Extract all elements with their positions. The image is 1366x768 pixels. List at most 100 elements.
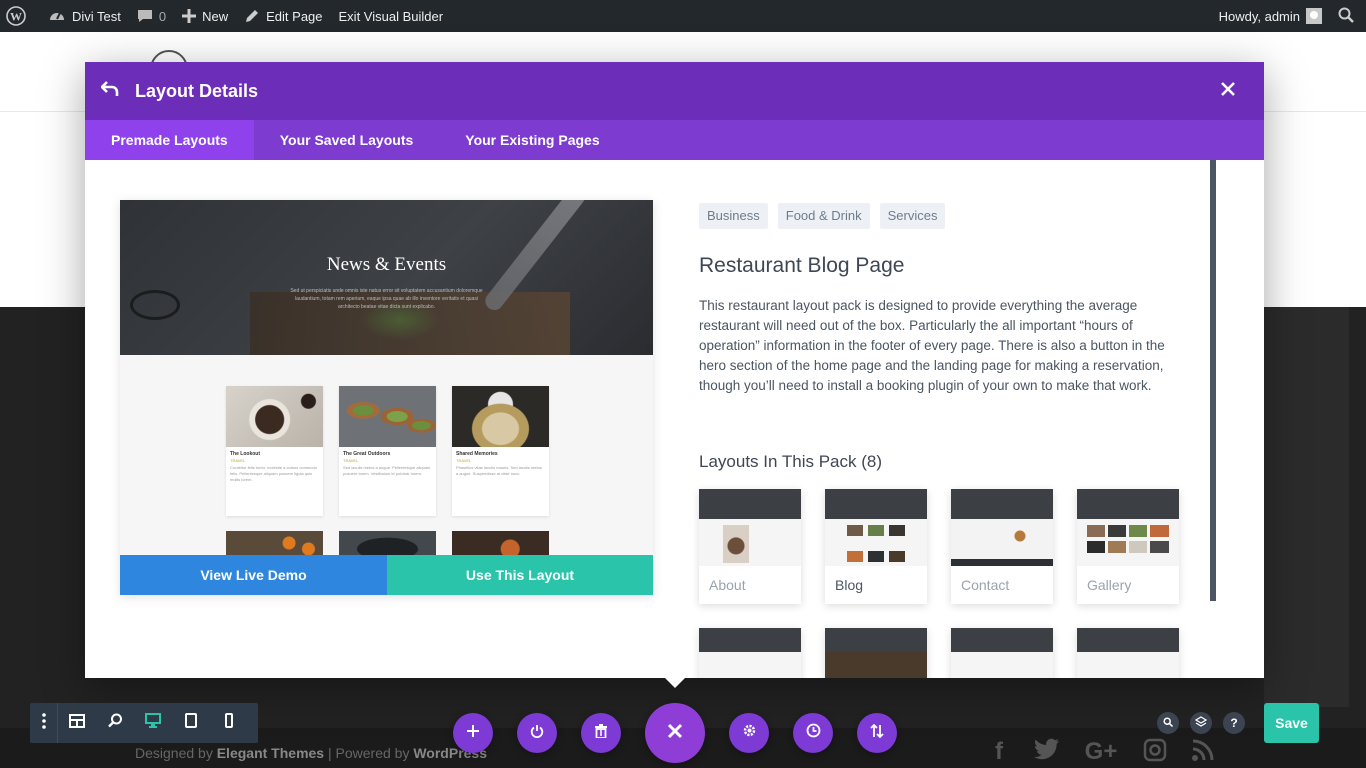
zoom-view-button[interactable] [96,703,134,743]
search-icon [1163,716,1174,730]
search-icon [1338,7,1354,26]
modal-header: Layout Details [85,62,1264,120]
exit-visual-builder-link[interactable]: Exit Visual Builder [331,0,452,32]
exit-visual-builder-label: Exit Visual Builder [338,8,444,24]
sort-button[interactable] [857,713,897,753]
footer-credits: Designed by Elegant Themes | Powered by … [135,745,487,761]
preview-card: The Lookout TRAVEL Curabitur felis torto… [226,386,323,516]
wordpress-icon: W [6,6,26,26]
layout-thumb-about[interactable]: About [699,489,801,604]
greeting-label: Howdy, admin [1218,8,1300,24]
contact-thumbnail [951,489,1053,566]
gear-icon [742,723,757,743]
elegant-themes-link[interactable]: Elegant Themes [217,745,324,761]
layout-thumb-8[interactable] [1077,628,1179,678]
card-title: The Great Outdoors [343,451,391,457]
layout-thumb-6[interactable] [825,628,927,678]
layout-thumb-contact[interactable]: Contact [951,489,1053,604]
comments-count: 0 [158,8,167,24]
find-modules-button[interactable] [1157,712,1179,734]
wireframe-icon [69,713,85,733]
card-title: The Lookout [230,451,260,457]
powered-by-text: | Powered by [327,745,410,761]
tab-premade-layouts[interactable]: Premade Layouts [85,120,254,160]
pack-layouts-row-2 [699,628,1179,678]
close-settings-button[interactable] [645,703,705,763]
social-icons: f G+ [985,738,1217,768]
site-name-link[interactable]: Divi Test [40,0,129,32]
help-button[interactable]: ? [1223,712,1245,734]
history-button[interactable] [793,713,833,753]
layout-details-modal: Layout Details Premade Layouts Your Save… [85,62,1264,678]
wp-admin-bar: W Divi Test 0 New Edit Page Exit Visual … [0,0,1366,32]
modal-pointer [663,676,687,688]
view-mode-toolbar [30,703,258,743]
add-section-button[interactable] [453,713,493,753]
more-options-button[interactable] [30,703,58,743]
comment-icon [137,8,153,24]
portability-button[interactable] [517,713,557,753]
use-this-layout-button[interactable]: Use This Layout [387,555,653,595]
tablet-view-button[interactable] [172,703,210,743]
layout-thumb-label: Contact [961,577,1010,593]
twitter-icon[interactable] [1033,738,1061,768]
phone-view-button[interactable] [210,703,248,743]
tablet-icon [185,713,197,733]
layers-button[interactable] [1190,712,1212,734]
tag-food-drink[interactable]: Food & Drink [777,203,870,229]
pack-title: Layouts In This Pack (8) [699,452,882,471]
modal-title: Layout Details [135,80,259,101]
preview-hero-text: Sed ut perspiciatis unde omnis iste natu… [290,288,483,310]
modal-body: News & Events Sed ut perspiciatis unde o… [85,160,1264,678]
preview-cards: The Lookout TRAVEL Curabitur felis torto… [226,386,549,516]
layout-thumb-7[interactable] [951,628,1053,678]
account-menu[interactable]: Howdy, admin [1211,0,1330,32]
layout-thumb-gallery[interactable]: Gallery [1077,489,1179,604]
page-settings-button[interactable] [729,713,769,753]
blog-thumbnail [825,489,927,566]
new-label: New [202,8,229,24]
new-content-button[interactable]: New [174,0,236,32]
modal-scrollbar[interactable] [1210,160,1216,601]
save-button[interactable]: Save [1264,703,1319,743]
desktop-view-button[interactable] [134,703,172,743]
tag-services[interactable]: Services [879,203,946,229]
dots-vertical-icon [41,712,46,734]
facebook-icon[interactable]: f [985,738,1013,768]
comments-link[interactable]: 0 [129,0,174,32]
site-name-label: Divi Test [72,8,121,24]
layout-thumb-label: Gallery [1087,577,1132,593]
layout-thumb-blog[interactable]: Blog [825,489,927,604]
layout-thumb-label: About [709,577,746,593]
view-live-demo-button[interactable]: View Live Demo [120,555,387,595]
gallery-thumbnail [1077,489,1179,566]
sort-arrows-icon [870,723,884,743]
preview-card: Shared Memories TRAVEL Phasellus vitae i… [452,386,549,516]
tab-saved-layouts[interactable]: Your Saved Layouts [254,120,440,160]
toast-image [339,386,436,447]
layout-thumb-5[interactable] [699,628,801,678]
rss-icon[interactable] [1189,738,1217,768]
zoom-icon [107,713,123,733]
avatar [1306,8,1322,24]
tab-existing-pages[interactable]: Your Existing Pages [439,120,625,160]
close-modal-button[interactable] [1218,81,1238,101]
card-text: Sed iaculis metus a augue. Pellentesque … [343,465,431,476]
card-title: Shared Memories [456,451,498,457]
google-plus-icon[interactable]: G+ [1081,738,1121,768]
edit-page-link[interactable]: Edit Page [236,0,330,32]
back-button[interactable] [85,80,135,102]
card-tag: TRAVEL [456,458,472,463]
tag-business[interactable]: Business [699,203,768,229]
glasses-image [130,290,180,320]
wireframe-view-button[interactable] [58,703,96,743]
coffee-image [226,386,323,447]
page-settings-bar [453,703,897,763]
svg-text:W: W [10,10,22,24]
power-icon [530,724,544,743]
wordpress-logo-button[interactable]: W [0,0,40,32]
admin-search-button[interactable] [1330,0,1366,32]
preview-hero: News & Events Sed ut perspiciatis unde o… [120,200,653,355]
clear-layout-button[interactable] [581,713,621,753]
instagram-icon[interactable] [1141,738,1169,768]
